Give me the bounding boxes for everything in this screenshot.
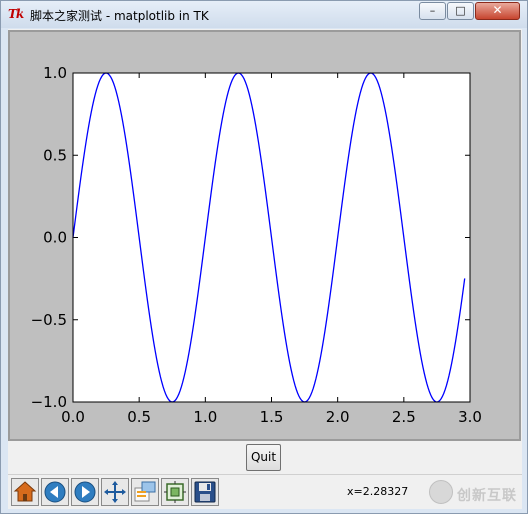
forward-icon [74,481,96,503]
close-button[interactable]: ✕ [475,2,520,20]
subplots-button[interactable] [161,478,189,506]
back-button[interactable] [41,478,69,506]
home-button[interactable] [11,478,39,506]
home-icon [13,481,37,502]
watermark: 创新互联 [425,477,522,510]
x-tick-label: 2.0 [326,408,350,426]
app-window: Tk 脚本之家测试 - matplotlib in TK – □ ✕ 0.0 0.… [0,0,528,514]
y-tick-label: 1.0 [43,64,67,82]
tk-app-icon: Tk [8,7,24,21]
back-icon [44,481,66,503]
maximize-icon: □ [455,4,466,17]
plot-svg: 0.0 0.5 1.0 1.5 2.0 2.5 3.01.00.50.0−0.5−1.0 [31,64,482,426]
x-tick-label: 2.5 [392,408,416,426]
x-tick-label: 1.5 [260,408,284,426]
x-tick-label: 1.0 [193,408,217,426]
minimize-icon: – [429,4,436,17]
pan-button[interactable] [101,478,129,506]
client-area: 0.0 0.5 1.0 1.5 2.0 2.5 3.0 1.0 0.5 0.0 −0.5 −1.0 Q… [8,29,522,509]
y-tick-label: 0.0 [43,229,67,247]
y-tick-label: −1.0 [31,393,67,411]
coordinate-readout: x=2.28327 [347,485,409,498]
subplots-icon [164,481,186,503]
x-tick-label: 0.5 [127,408,151,426]
minimize-button[interactable]: – [419,2,446,20]
y-tick-label: −0.5 [31,311,67,329]
zoom-icon [134,481,156,502]
title-bar[interactable]: Tk 脚本之家测试 - matplotlib in TK – □ ✕ [1,1,527,28]
save-icon [194,481,216,503]
pan-icon [104,481,126,503]
save-button[interactable] [191,478,219,506]
quit-button[interactable]: Quit [246,444,281,471]
close-icon: ✕ [492,3,503,17]
watermark-text: 创新互联 [457,488,517,504]
y-tick-label: 0.5 [43,146,67,164]
figure-canvas[interactable]: 0.0 0.5 1.0 1.5 2.0 2.5 3.0 1.0 0.5 0.0 −0.5 −1.0 [8,30,521,441]
window-title: 脚本之家测试 - matplotlib in TK [30,9,209,23]
x-tick-label: 3.0 [458,408,482,426]
watermark-logo-icon [429,480,453,504]
forward-button[interactable] [71,478,99,506]
zoom-button[interactable] [131,478,159,506]
maximize-button[interactable]: □ [447,2,474,20]
navigation-toolbar: x=2.28327 创新互联 [8,474,522,510]
